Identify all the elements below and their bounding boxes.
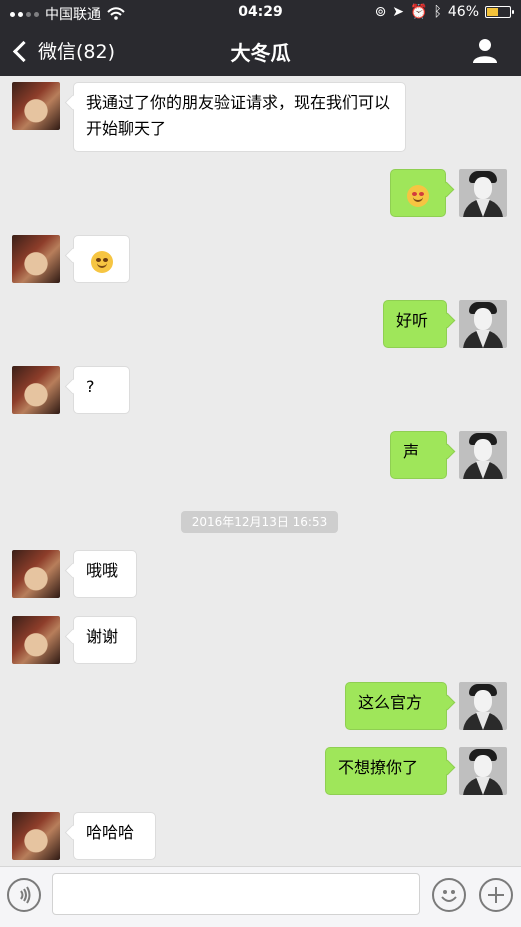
message-bubble: ? [73,366,130,414]
message-bubble: 这么官方 [345,682,447,730]
battery-percent: 46% [447,4,479,20]
grimace-emoji-icon [90,250,113,273]
message-text: 谢谢 [86,627,119,646]
message-text: 这么官方 [358,693,423,712]
status-bar: 中国联通 04:29 ⊚ ➤ ⏰ ᛒ 46% [0,0,521,26]
battery-icon [485,6,514,18]
message-text: 我通过了你的朋友验证请求，现在我们可以开始聊天了 [86,93,391,138]
user-avatar[interactable] [459,169,507,217]
contact-avatar[interactable] [12,616,60,664]
message-bubble: 不想撩你了 [325,747,447,795]
smiley-icon [441,890,457,902]
user-avatar[interactable] [459,747,507,795]
top-bar: 中国联通 04:29 ⊚ ➤ ⏰ ᛒ 46% 微信(82) 大冬瓜 [0,0,521,76]
plus-icon [488,887,504,903]
contact-avatar[interactable] [12,550,60,598]
contact-avatar[interactable] [12,235,60,283]
contact-avatar[interactable] [12,366,60,414]
profile-icon[interactable] [471,36,499,64]
input-bar [0,866,521,927]
emoji-button[interactable] [432,878,466,912]
message-bubble: 我通过了你的朋友验证请求，现在我们可以开始聊天了 [73,82,406,152]
message-bubble: 声 [390,431,447,479]
contact-avatar[interactable] [12,812,60,860]
user-avatar[interactable] [459,682,507,730]
orientation-lock-icon: ⊚ [374,4,387,20]
voice-icon [20,886,31,904]
location-icon: ➤ [392,4,405,20]
message-bubble: 哈哈哈 [73,812,156,860]
message-bubble: 谢谢 [73,616,137,664]
message-text: 哦哦 [86,561,119,580]
message-text: 哈哈哈 [86,823,135,842]
voice-button[interactable] [7,878,41,912]
navigation-bar: 微信(82) 大冬瓜 [0,26,521,76]
message-bubble [73,235,130,283]
message-text: 好听 [396,311,429,330]
user-avatar[interactable] [459,431,507,479]
contact-avatar[interactable] [12,82,60,130]
status-right: ⊚ ➤ ⏰ ᛒ 46% [374,4,514,20]
message-text: 不想撩你了 [338,758,419,777]
message-bubble: 哦哦 [73,550,137,598]
message-text: ? [86,377,95,396]
bluetooth-icon: ᛒ [433,4,442,20]
alarm-icon: ⏰ [410,4,428,20]
message-text: 声 [403,442,420,461]
message-bubble: 好听 [383,300,447,348]
smile-heart-eyes-emoji-icon [407,184,429,207]
more-button[interactable] [479,878,513,912]
user-avatar[interactable] [459,300,507,348]
chat-title: 大冬瓜 [230,41,291,65]
message-input[interactable] [52,873,420,915]
timestamp-label: 2016年12月13日 16:53 [181,511,338,533]
message-bubble [390,169,446,217]
